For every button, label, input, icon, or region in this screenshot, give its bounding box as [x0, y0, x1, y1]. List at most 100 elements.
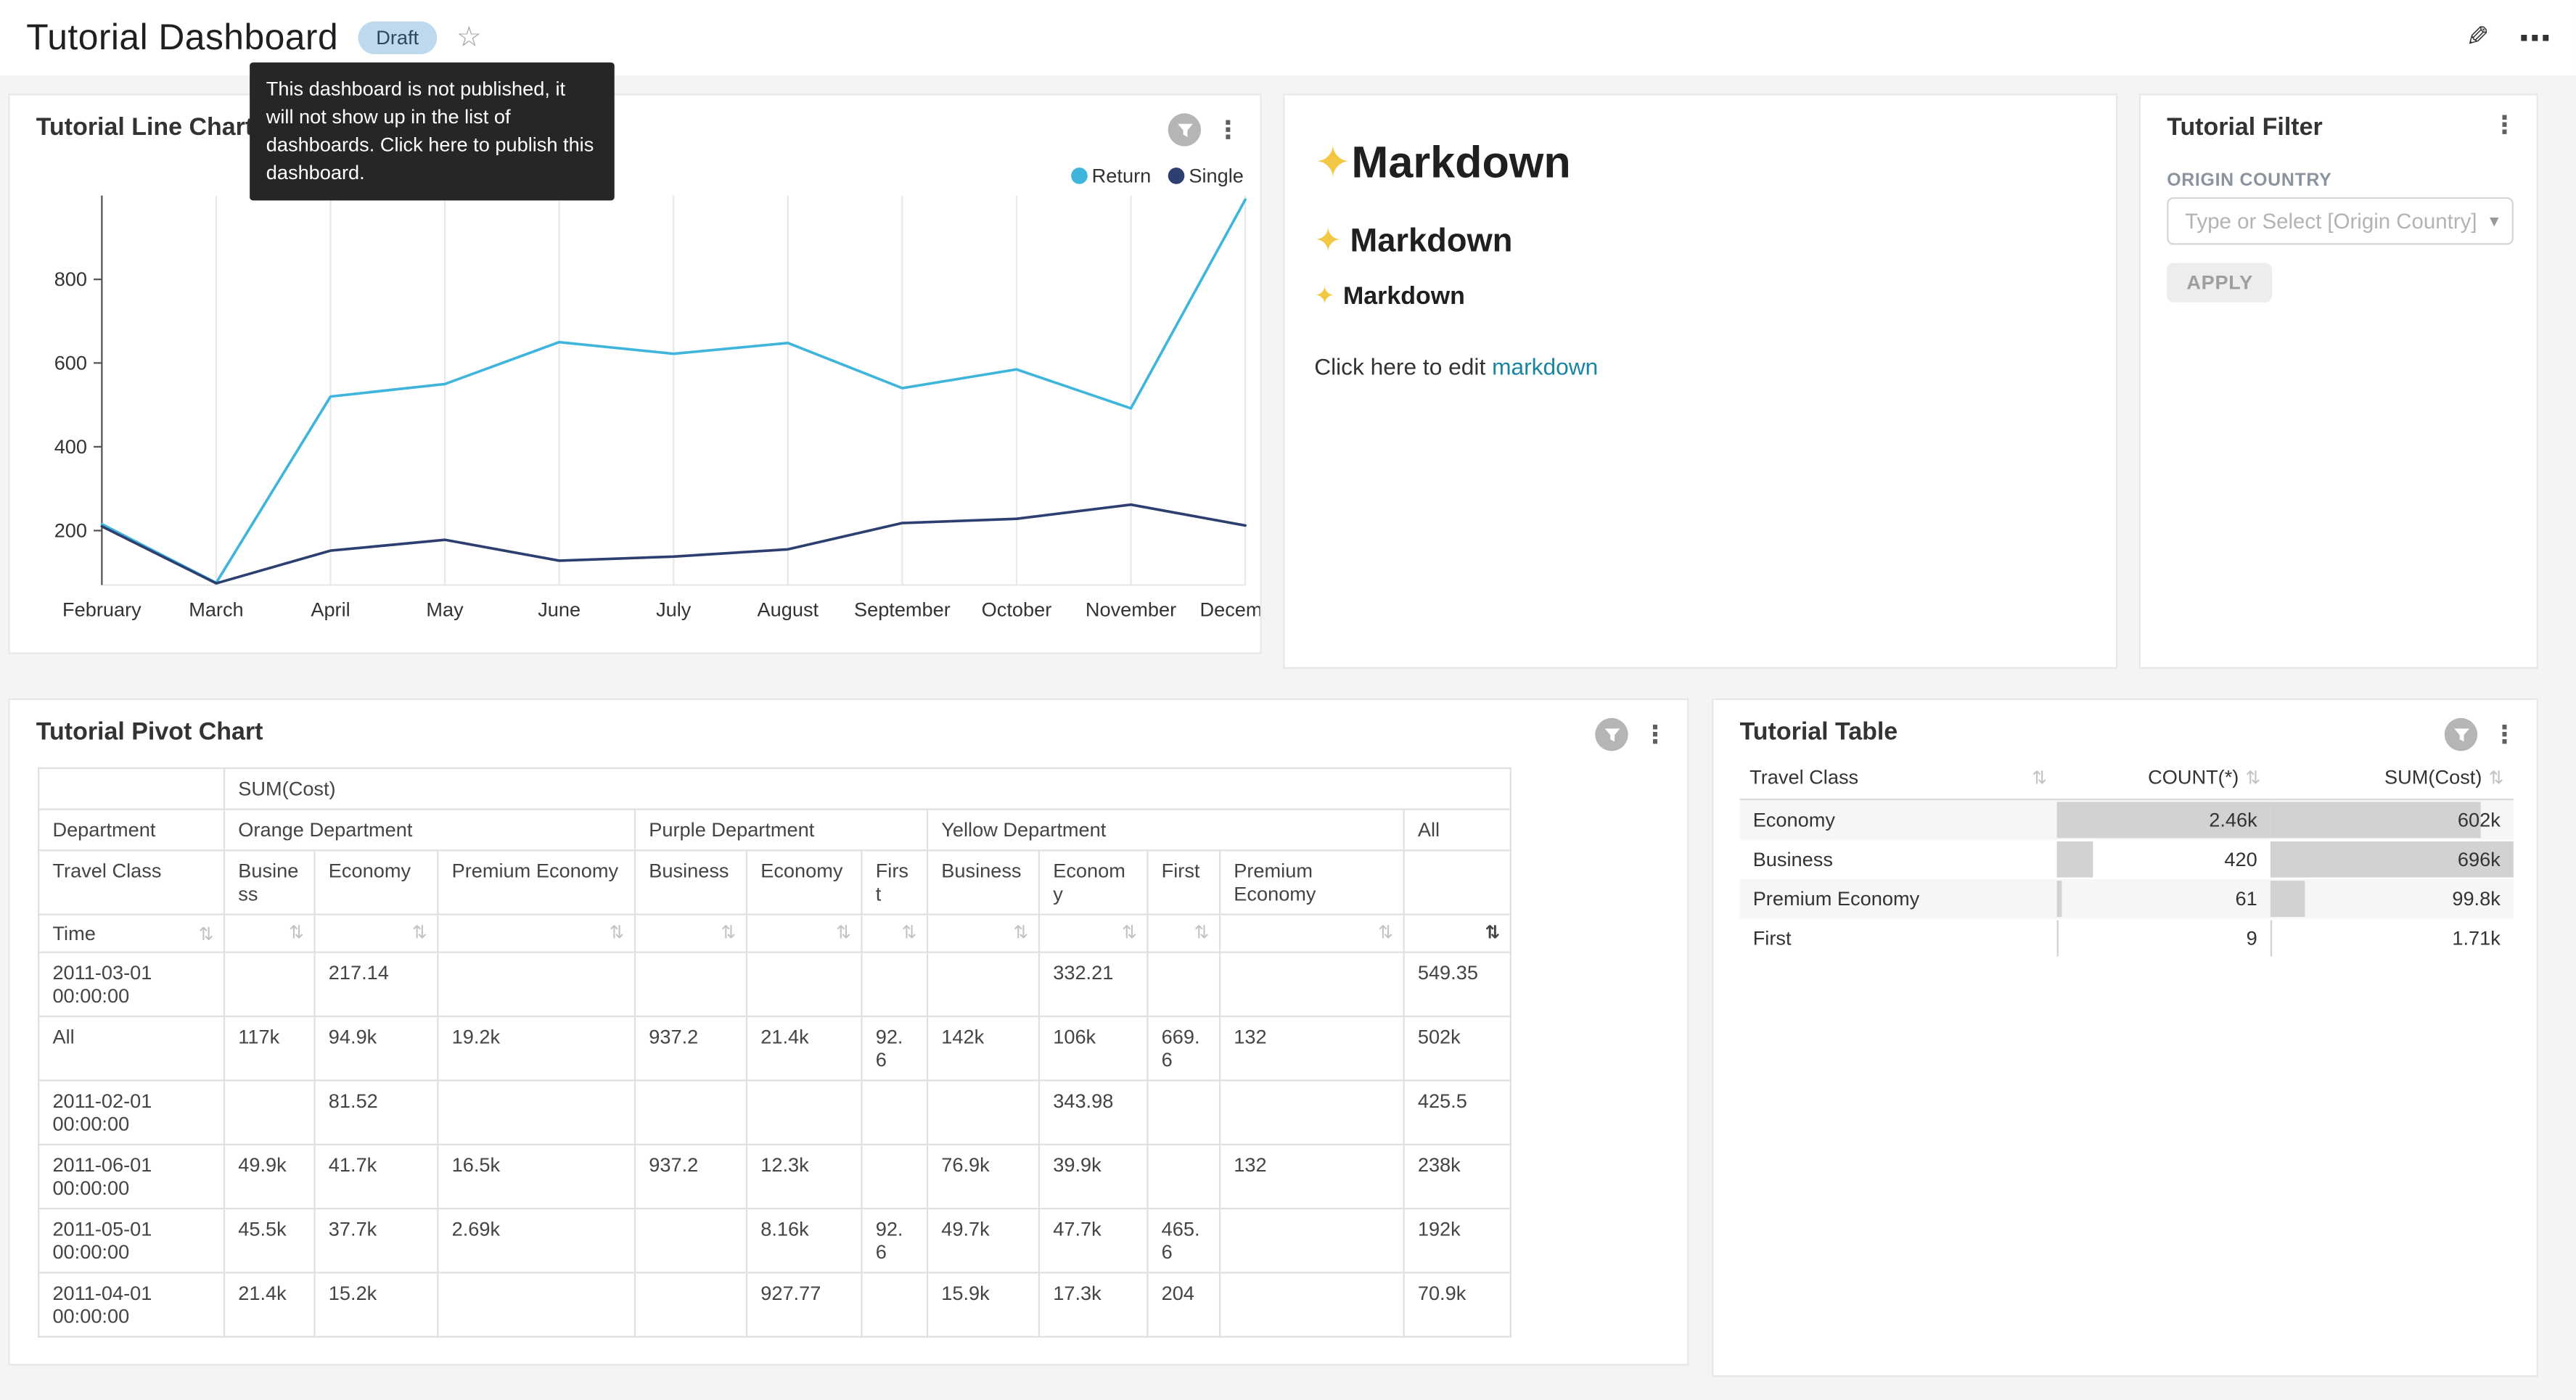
sort-icon[interactable]: ⇅	[609, 922, 624, 943]
pivot-sort-row: Time⇅⇅⇅⇅⇅⇅⇅⇅⇅⇅⇅⇅	[38, 915, 1511, 952]
count-cell: 9	[2057, 918, 2271, 958]
pivot-cell: 238k	[1404, 1145, 1511, 1208]
pivot-cell	[927, 1080, 1039, 1144]
edit-dashboard-icon[interactable]: ✎	[2466, 21, 2489, 54]
x-tick-label: February	[62, 598, 141, 620]
table-row[interactable]: Business 420 696k	[1740, 840, 2514, 879]
pivot-group-label: Yellow Department	[927, 810, 1404, 851]
unpublished-tooltip[interactable]: This dashboard is not published, it will…	[250, 62, 615, 201]
pivot-row: 2011-06-01 00:00:0049.9k41.7k16.5k937.21…	[38, 1145, 1511, 1208]
chart-title: Tutorial Table	[1740, 718, 1898, 746]
table-row[interactable]: First 9 1.71k	[1740, 918, 2514, 958]
chart-header-actions: ⋮	[1595, 718, 1668, 751]
table-chart-card: Tutorial Table ⋮ Travel Class⇅ COUNT(*)⇅…	[1712, 699, 2538, 1378]
sort-icon[interactable]: ⇅	[721, 922, 736, 943]
favorite-star-icon[interactable]: ☆	[456, 21, 482, 54]
apply-button[interactable]: APPLY	[2167, 263, 2273, 302]
cross-filter-icon[interactable]	[1168, 113, 1201, 146]
pivot-sort-cell: ⇅	[1404, 915, 1511, 952]
sort-icon[interactable]: ⇅	[1122, 922, 1137, 943]
chart-header-actions: ⋮	[2492, 113, 2516, 138]
kebab-menu-icon[interactable]: ⋮	[2492, 113, 2516, 138]
funnel-icon	[1603, 725, 1621, 744]
cross-filter-icon[interactable]	[2445, 718, 2477, 751]
pivot-cell: 15.9k	[927, 1272, 1039, 1336]
pivot-class-label: Premium Economy	[438, 850, 635, 914]
more-menu-icon[interactable]: ⋯	[2519, 17, 2554, 59]
pivot-row-label: 2011-06-01 00:00:00	[38, 1145, 224, 1208]
pivot-cell: 81.52	[315, 1080, 438, 1144]
pivot-cell	[438, 1272, 635, 1336]
draft-badge[interactable]: Draft	[358, 21, 437, 54]
pivot-dim-label: Department	[38, 810, 224, 851]
pivot-cell: 49.9k	[224, 1145, 315, 1208]
sort-icon[interactable]: ⇅	[198, 923, 213, 944]
filter-card: Tutorial Filter ⋮ ORIGIN COUNTRY ▾ APPLY	[2139, 94, 2538, 669]
y-tick-label: 800	[54, 268, 87, 290]
sort-icon[interactable]: ⇅	[2245, 767, 2260, 788]
pivot-cell: 549.35	[1404, 952, 1511, 1016]
pivot-row-label: 2011-03-01 00:00:00	[38, 952, 224, 1016]
chart-header-actions: ⋮	[2445, 718, 2517, 751]
markdown-link[interactable]: markdown	[1492, 353, 1598, 379]
pivot-class-label: Economy	[1039, 850, 1147, 914]
table-row[interactable]: Economy 2.46k 602k	[1740, 799, 2514, 839]
pivot-class-row: Travel ClassBusinessEconomyPremium Econo…	[38, 850, 1511, 914]
pivot-row: 2011-05-01 00:00:0045.5k37.7k2.69k8.16k9…	[38, 1208, 1511, 1272]
pivot-cell: 217.14	[315, 952, 438, 1016]
sort-icon[interactable]: ⇅	[901, 922, 916, 943]
pivot-cell: 47.7k	[1039, 1208, 1147, 1272]
pivot-row-label: 2011-04-01 00:00:00	[38, 1272, 224, 1336]
chart-title: Tutorial Line Chart	[36, 113, 253, 141]
pivot-group-label: Orange Department	[224, 810, 635, 851]
x-tick-label: December	[1199, 598, 1261, 620]
sparkle-icon: ✦	[1314, 138, 1351, 187]
pivot-cell: 132	[1220, 1016, 1404, 1080]
pivot-class-label: Business	[224, 850, 315, 914]
pivot-cell	[861, 1080, 927, 1144]
sort-icon[interactable]: ⇅	[1013, 922, 1028, 943]
pivot-cell: 15.2k	[315, 1272, 438, 1336]
travel-class-cell: First	[1740, 918, 2057, 958]
pivot-table: SUM(Cost)DepartmentOrange DepartmentPurp…	[38, 767, 1511, 1338]
table-header-row: Travel Class⇅ COUNT(*)⇅ SUM(Cost)⇅	[1740, 756, 2514, 799]
pivot-cell	[635, 1208, 747, 1272]
column-header-count[interactable]: COUNT(*)⇅	[2057, 756, 2271, 799]
pivot-cell: 12.3k	[747, 1145, 861, 1208]
sort-icon[interactable]: ⇅	[836, 922, 851, 943]
kebab-menu-icon[interactable]: ⋮	[1643, 722, 1668, 747]
column-header-travel-class[interactable]: Travel Class⇅	[1740, 756, 2057, 799]
sum-cell: 696k	[2271, 840, 2514, 879]
pivot-cell	[224, 1080, 315, 1144]
kebab-menu-icon[interactable]: ⋮	[1215, 118, 1240, 142]
x-tick-label: April	[311, 598, 350, 620]
sort-icon[interactable]: ⇅	[1194, 922, 1209, 943]
pivot-cell	[1147, 952, 1220, 1016]
origin-country-input[interactable]	[2168, 209, 2490, 234]
pivot-sort-cell: ⇅	[1147, 915, 1220, 952]
chart-title: Tutorial Filter	[2167, 113, 2322, 141]
sort-icon[interactable]: ⇅	[412, 922, 427, 943]
markdown-content[interactable]: ✦Markdown ✦Markdown ✦Markdown Click here…	[1314, 122, 2086, 380]
pivot-cell: 192k	[1404, 1208, 1511, 1272]
pivot-cell: 132	[1220, 1145, 1404, 1208]
pivot-cell: 76.9k	[927, 1145, 1039, 1208]
sort-icon[interactable]: ⇅	[1378, 922, 1393, 943]
column-header-sum-cost[interactable]: SUM(Cost)⇅	[2271, 756, 2514, 799]
origin-country-select[interactable]: ▾	[2167, 197, 2514, 245]
kebab-menu-icon[interactable]: ⋮	[2492, 722, 2516, 747]
data-table: Travel Class⇅ COUNT(*)⇅ SUM(Cost)⇅ Econo…	[1740, 756, 2514, 958]
table-row[interactable]: Premium Economy 61 99.8k	[1740, 879, 2514, 918]
pivot-cell	[1220, 1272, 1404, 1336]
pivot-department-row: DepartmentOrange DepartmentPurple Depart…	[38, 810, 1511, 851]
sort-icon[interactable]: ⇅	[289, 922, 304, 943]
count-cell: 2.46k	[2057, 799, 2271, 839]
header-actions: ✎ ⋯	[2466, 0, 2554, 75]
sort-icon[interactable]: ⇅	[2488, 767, 2503, 788]
cross-filter-icon[interactable]	[1595, 718, 1628, 751]
sort-icon[interactable]: ⇅	[2032, 767, 2047, 788]
pivot-cell: 41.7k	[315, 1145, 438, 1208]
pivot-cell: 8.16k	[747, 1208, 861, 1272]
pivot-cell	[861, 1145, 927, 1208]
sort-icon[interactable]: ⇅	[1485, 922, 1500, 943]
